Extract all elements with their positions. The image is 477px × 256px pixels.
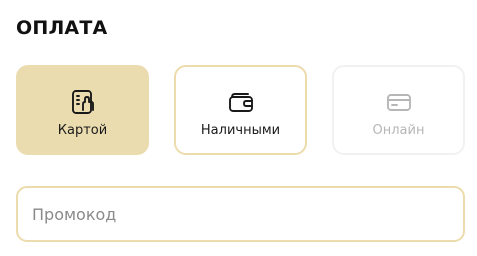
wallet-icon [227, 87, 255, 117]
promo-code-field[interactable] [16, 186, 465, 242]
card-tap-icon [69, 87, 97, 117]
payment-option-label: Онлайн [372, 123, 425, 138]
payment-option-label: Наличными [200, 123, 281, 138]
payment-option-label: Картой [57, 123, 108, 138]
payment-title: ОПЛАТА [16, 17, 108, 39]
promo-code-input[interactable] [18, 188, 463, 240]
payment-option-cash[interactable]: Наличными [174, 65, 307, 155]
credit-card-icon [385, 87, 413, 117]
payment-option-card[interactable]: Картой [16, 65, 149, 155]
payment-option-online: Онлайн [332, 65, 465, 155]
